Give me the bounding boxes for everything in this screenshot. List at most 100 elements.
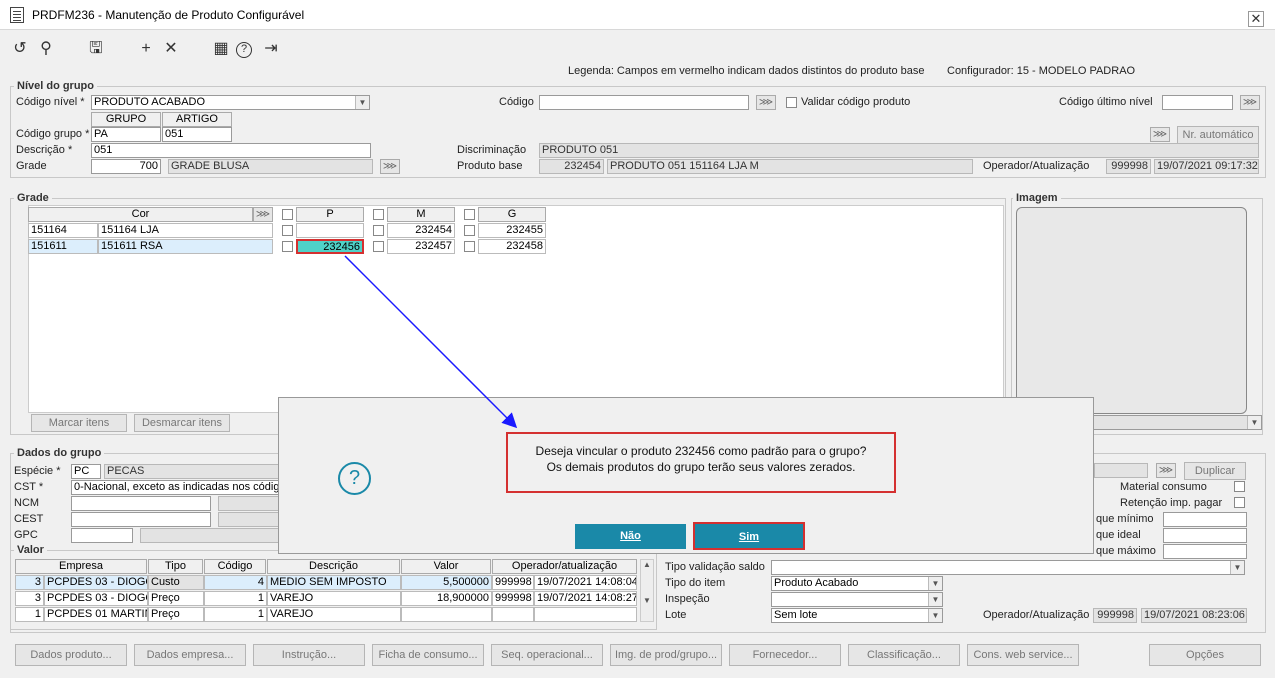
lote-select[interactable]: Sem lote ▼ [771,608,943,623]
valor-row-codigo[interactable]: 1 [204,591,267,606]
opcoes-button[interactable]: Opções [1149,644,1261,666]
valor-row-descricao[interactable]: VAREJO [267,591,401,606]
valor-row-empresa[interactable]: PCPDES 03 - DIOGO [44,575,148,590]
classificacao-button[interactable]: Classificação... [848,644,960,666]
valor-row-num[interactable]: 3 [15,591,44,606]
cst-field[interactable]: 0-Nacional, exceto as indicadas nos códi… [71,480,281,495]
fornecedor-button[interactable]: Fornecedor... [729,644,841,666]
duplicar-lookup-button[interactable]: ⋙ [1156,463,1176,478]
estoque-ideal-input[interactable] [1163,528,1247,543]
valor-row-empresa[interactable]: PCPDES 01 MARTINS [44,607,148,622]
valor-row-empresa[interactable]: PCPDES 03 - DIOGO [44,591,148,606]
row-checkbox-p[interactable] [282,225,293,236]
help-icon[interactable]: ? [236,42,252,58]
tipo-item-select[interactable]: Produto Acabado ▼ [771,576,943,591]
row-checkbox-p[interactable] [282,241,293,252]
valor-scrollbar[interactable]: ▲ ▼ [640,559,654,622]
save-icon[interactable]: 🖫 [86,40,106,60]
valor-row-valor[interactable]: 5,500000 [401,575,492,590]
codigo-lookup-button[interactable]: ⋙ [756,95,776,110]
instrucao-button[interactable]: Instrução... [253,644,365,666]
grade-number-input[interactable]: 700 [91,159,161,174]
cest-input[interactable] [71,512,211,527]
grade-lookup-button[interactable]: ⋙ [380,159,400,174]
artigo-input[interactable]: 051 [162,127,232,142]
estoque-minimo-input[interactable] [1163,512,1247,527]
artigo-header: ARTIGO [162,112,232,127]
row-checkbox-g[interactable] [464,225,475,236]
grade-cell-m[interactable]: 232454 [387,223,455,238]
dados-empresa-button[interactable]: Dados empresa... [134,644,246,666]
codigo-ultimo-lookup-button[interactable]: ⋙ [1240,95,1260,110]
valor-row-tipo[interactable]: Custo [148,575,204,590]
retencao-checkbox[interactable] [1234,497,1245,508]
material-consumo-checkbox[interactable] [1234,481,1245,492]
dados-produto-button[interactable]: Dados produto... [15,644,127,666]
grade-cell-m[interactable]: 232457 [387,239,455,254]
desmarcar-itens-button[interactable]: Desmarcar itens [134,414,230,432]
duplicar-button[interactable]: Duplicar [1184,462,1246,480]
estoque-maximo-input[interactable] [1163,544,1247,559]
seq-operacional-button[interactable]: Seq. operacional... [491,644,603,666]
grade-row-name[interactable]: 151611 RSA [98,239,273,254]
tipo-validacao-select[interactable]: ▼ [771,560,1245,575]
exit-icon[interactable]: ⇥ [261,40,281,60]
nao-button[interactable]: Não [575,524,686,549]
valor-row-descricao[interactable]: MEDIO SEM IMPOSTO [267,575,401,590]
marcar-itens-button[interactable]: Marcar itens [31,414,127,432]
valor-row-data[interactable]: 19/07/2021 14:08:04 [534,575,637,590]
ficha-consumo-button[interactable]: Ficha de consumo... [372,644,484,666]
valor-row-codigo[interactable]: 1 [204,607,267,622]
cor-lookup-button[interactable]: ⋙ [253,207,273,222]
validar-checkbox[interactable] [786,97,797,108]
chevron-down-icon: ▼ [1247,416,1261,429]
grade-row-code[interactable]: 151611 [28,239,98,254]
valor-row-op[interactable] [492,607,534,622]
codigo-ultimo-input[interactable] [1162,95,1233,110]
add-icon[interactable]: + [136,40,156,60]
grade-row-name[interactable]: 151164 LJA [98,223,273,238]
codigo-input[interactable] [539,95,749,110]
grade-row-code[interactable]: 151164 [28,223,98,238]
operador-label: Operador/Atualização [983,160,1090,172]
inspecao-select[interactable]: ▼ [771,592,943,607]
valor-row-valor[interactable]: 18,900000 [401,591,492,606]
valor-row-op[interactable]: 999998 [492,591,534,606]
valor-row-data[interactable]: 19/07/2021 14:08:27 [534,591,637,606]
valor-row-num[interactable]: 3 [15,575,44,590]
valor-row-tipo[interactable]: Preço [148,607,204,622]
auto-lookup-button[interactable]: ⋙ [1150,127,1170,142]
undo-icon[interactable]: ↺ [10,40,30,60]
row-checkbox-m[interactable] [373,241,384,252]
m-column-checkbox[interactable] [373,209,384,220]
search-icon[interactable]: ⚲ [36,40,56,60]
valor-row-data[interactable] [534,607,637,622]
row-checkbox-m[interactable] [373,225,384,236]
grade-cell-g[interactable]: 232458 [478,239,546,254]
ncm-input[interactable] [71,496,211,511]
especie-input[interactable]: PC [71,464,101,479]
valor-row-tipo[interactable]: Preço [148,591,204,606]
descricao-input[interactable]: 051 [91,143,371,158]
row-checkbox-g[interactable] [464,241,475,252]
p-column-checkbox[interactable] [282,209,293,220]
valor-row-op[interactable]: 999998 [492,575,534,590]
grade-cell-p-selected[interactable]: 232456 [296,239,364,254]
cons-web-service-button[interactable]: Cons. web service... [967,644,1079,666]
valor-row-descricao[interactable]: VAREJO [267,607,401,622]
img-prod-grupo-button[interactable]: Img. de prod/grupo... [610,644,722,666]
nr-automatico-button[interactable]: Nr. automático [1177,126,1259,144]
close-button[interactable]: ✕ [1248,11,1264,27]
sim-button[interactable]: Sim [693,522,805,550]
grupo-input[interactable]: PA [91,127,161,142]
delete-icon[interactable]: ✕ [161,40,181,60]
valor-row-codigo[interactable]: 4 [204,575,267,590]
gpc-input[interactable] [71,528,133,543]
grade-cell-g[interactable]: 232455 [478,223,546,238]
codigo-nivel-select[interactable]: PRODUTO ACABADO ▼ [91,95,370,110]
grade-cell-p[interactable] [296,223,364,238]
valor-row-num[interactable]: 1 [15,607,44,622]
calendar-icon[interactable]: ▦ [211,40,231,60]
g-column-checkbox[interactable] [464,209,475,220]
valor-row-valor[interactable] [401,607,492,622]
